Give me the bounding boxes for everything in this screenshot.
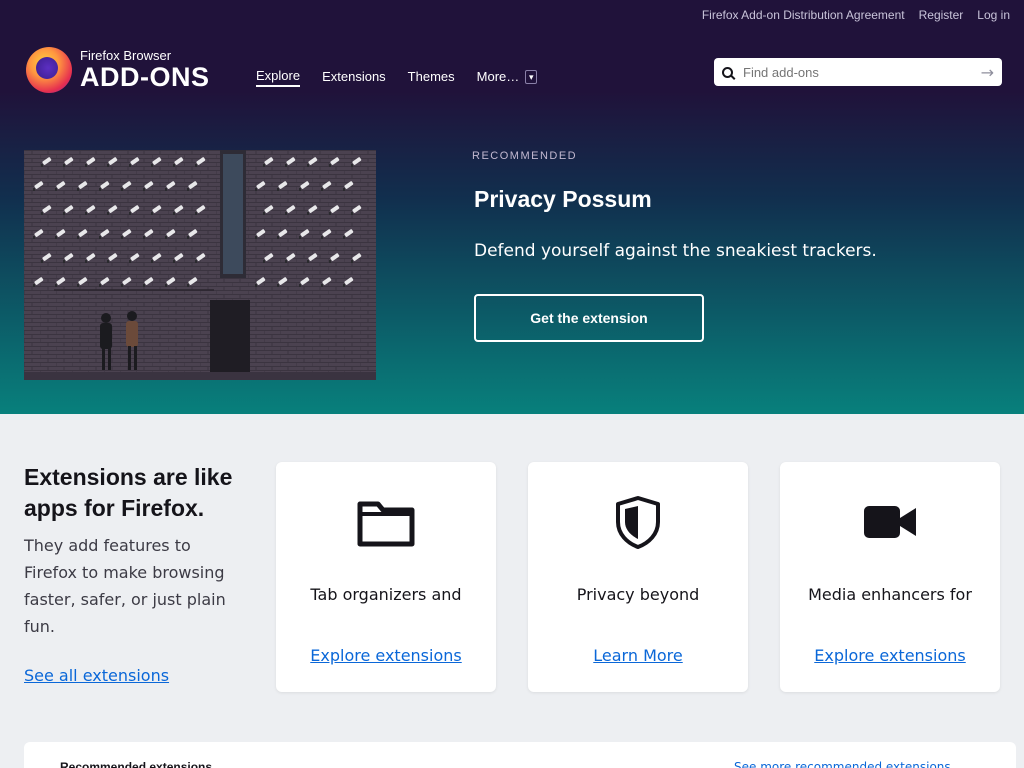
distribution-agreement-link[interactable]: Firefox Add-on Distribution Agreement: [702, 8, 905, 22]
search-box: →: [714, 58, 1002, 86]
shield-icon: [616, 496, 660, 549]
search-input[interactable]: [743, 64, 981, 80]
recommended-extensions-title: Recommended extensions: [60, 760, 213, 768]
extension-card-tab-organizers: Tab organizers and more Explore extensio…: [276, 462, 496, 692]
arrow-right-icon[interactable]: →: [981, 63, 994, 82]
see-all-extensions-link[interactable]: See all extensions: [24, 666, 169, 685]
extensions-heading: Extensions are like apps for Firefox.: [24, 464, 233, 521]
register-link[interactable]: Register: [919, 8, 964, 22]
nav-extensions[interactable]: Extensions: [322, 67, 386, 86]
hero-banner: Firefox Add-on Distribution Agreement Re…: [0, 0, 1024, 414]
get-extension-button[interactable]: Get the extension: [474, 294, 704, 342]
nav-explore[interactable]: Explore: [256, 66, 301, 87]
firefox-logo-icon: [26, 47, 72, 93]
search-icon: [722, 66, 733, 78]
site-logo[interactable]: Firefox Browser ADD-ONS: [26, 44, 234, 96]
folder-icon: [357, 501, 415, 547]
card-text: Tab organizers and more: [310, 585, 462, 604]
chevron-down-icon: ▾: [525, 69, 538, 84]
learn-more-link[interactable]: Learn More: [528, 646, 748, 665]
brick-wall-cameras-image: [24, 150, 376, 380]
see-more-recommended-link[interactable]: See more recommended extensions: [734, 760, 951, 768]
video-camera-icon: [864, 506, 916, 538]
recommended-label: RECOMMENDED: [472, 150, 578, 162]
featured-addon-description: Defend yourself against the sneakiest tr…: [474, 241, 877, 261]
nav-more[interactable]: More… ▾: [477, 67, 538, 86]
main-nav: Explore Extensions Themes More… ▾: [256, 66, 559, 87]
hero-image: [24, 150, 376, 380]
logo-subtitle: Firefox Browser: [80, 48, 172, 63]
extension-card-media: Media enhancers for Explore extensions: [780, 462, 1000, 692]
top-links: Firefox Add-on Distribution Agreement Re…: [688, 8, 1010, 22]
card-text: Privacy beyond: [576, 585, 700, 604]
featured-addon-title[interactable]: Privacy Possum: [474, 186, 652, 213]
extension-card-privacy: Privacy beyond Learn More: [528, 462, 748, 692]
explore-extensions-link[interactable]: Explore extensions: [276, 646, 496, 665]
nav-more-label: More…: [476, 69, 520, 84]
nav-themes[interactable]: Themes: [408, 67, 455, 86]
explore-extensions-link[interactable]: Explore extensions: [780, 646, 1000, 665]
login-link[interactable]: Log in: [977, 8, 1010, 22]
recommended-extensions-section: Recommended extensions See more recommen…: [24, 742, 1016, 768]
extensions-description: They add features to Firefox to make bro…: [24, 536, 226, 636]
logo-title: ADD-ONS: [80, 62, 210, 92]
card-text: Media enhancers for: [808, 585, 972, 604]
